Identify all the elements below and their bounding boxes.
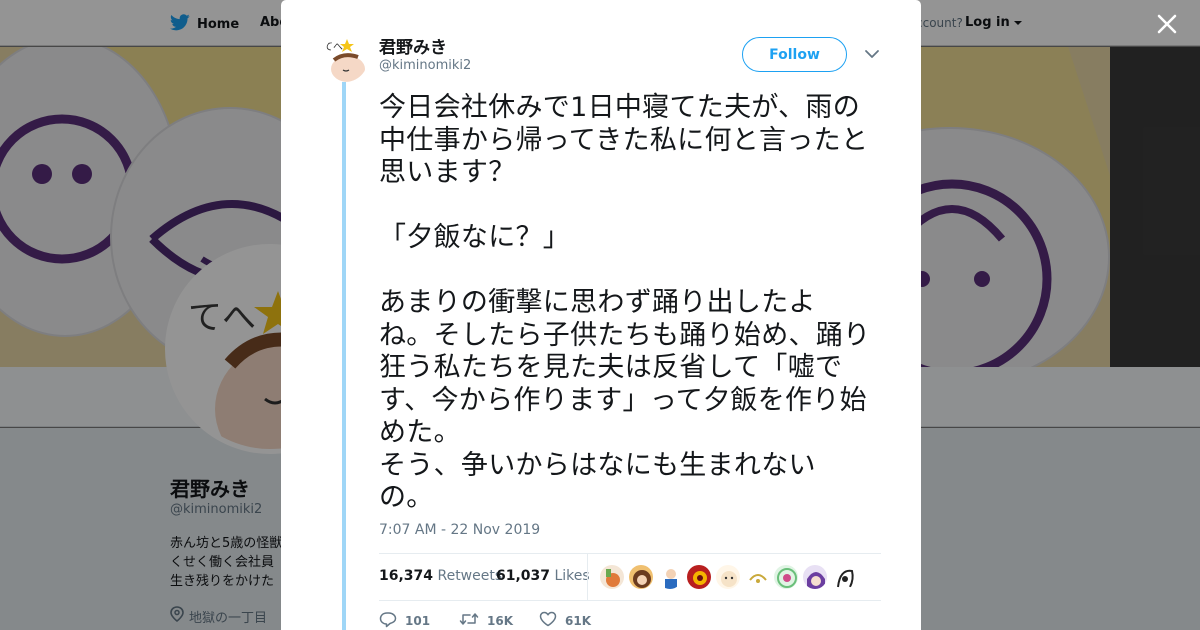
tweet-actions: 101 16K 61K (379, 611, 679, 630)
retweets-stat[interactable]: 16,374 Retweets (379, 568, 502, 584)
chevron-down-icon[interactable] (864, 46, 880, 62)
liker-avatar[interactable] (628, 564, 654, 590)
likes-stat[interactable]: 61,037 Likes (496, 568, 590, 584)
stats-divider (587, 554, 588, 601)
likes-count: 61,037 (496, 568, 551, 584)
tweet-modal: てへ 君野みき @kiminomiki2 Follow 今日会社休みで1日中寝て… (281, 0, 921, 630)
follow-button[interactable]: Follow (742, 37, 847, 72)
liker-avatar[interactable] (599, 564, 625, 590)
liker-avatar[interactable] (686, 564, 712, 590)
tweet-stats: 16,374 Retweets 61,037 Likes (379, 553, 881, 601)
reply-count: 101 (405, 614, 431, 628)
close-icon[interactable] (1154, 11, 1180, 37)
retweets-label: Retweets (437, 568, 503, 584)
liker-avatar[interactable] (715, 564, 741, 590)
thread-line (342, 80, 346, 630)
retweet-count: 16K (487, 613, 513, 628)
author-name[interactable]: 君野みき (379, 33, 447, 58)
liker-avatar[interactable] (831, 564, 857, 590)
author-handle[interactable]: @kiminomiki2 (379, 58, 471, 73)
retweets-count: 16,374 (379, 568, 434, 584)
retweet-button[interactable]: 16K (459, 611, 513, 630)
liker-avatar[interactable] (773, 564, 799, 590)
likes-label: Likes (554, 568, 590, 584)
liker-avatars (599, 564, 857, 590)
like-button[interactable]: 61K (539, 611, 591, 630)
retweet-icon (459, 611, 479, 630)
tweet-text: 今日会社休みで1日中寝てた夫が、雨の 中仕事から帰ってきた私に何と言ったと 思い… (379, 92, 871, 513)
liker-avatar[interactable] (657, 564, 683, 590)
svg-text:てへ: てへ (323, 42, 343, 53)
liker-avatar[interactable] (744, 564, 770, 590)
heart-icon (539, 611, 557, 630)
author-avatar[interactable]: てへ (322, 36, 368, 82)
reply-icon (379, 611, 397, 630)
liker-avatar[interactable] (802, 564, 828, 590)
tweet-timestamp[interactable]: 7:07 AM - 22 Nov 2019 (379, 522, 540, 538)
reply-button[interactable]: 101 (379, 611, 430, 630)
like-count: 61K (565, 613, 591, 628)
